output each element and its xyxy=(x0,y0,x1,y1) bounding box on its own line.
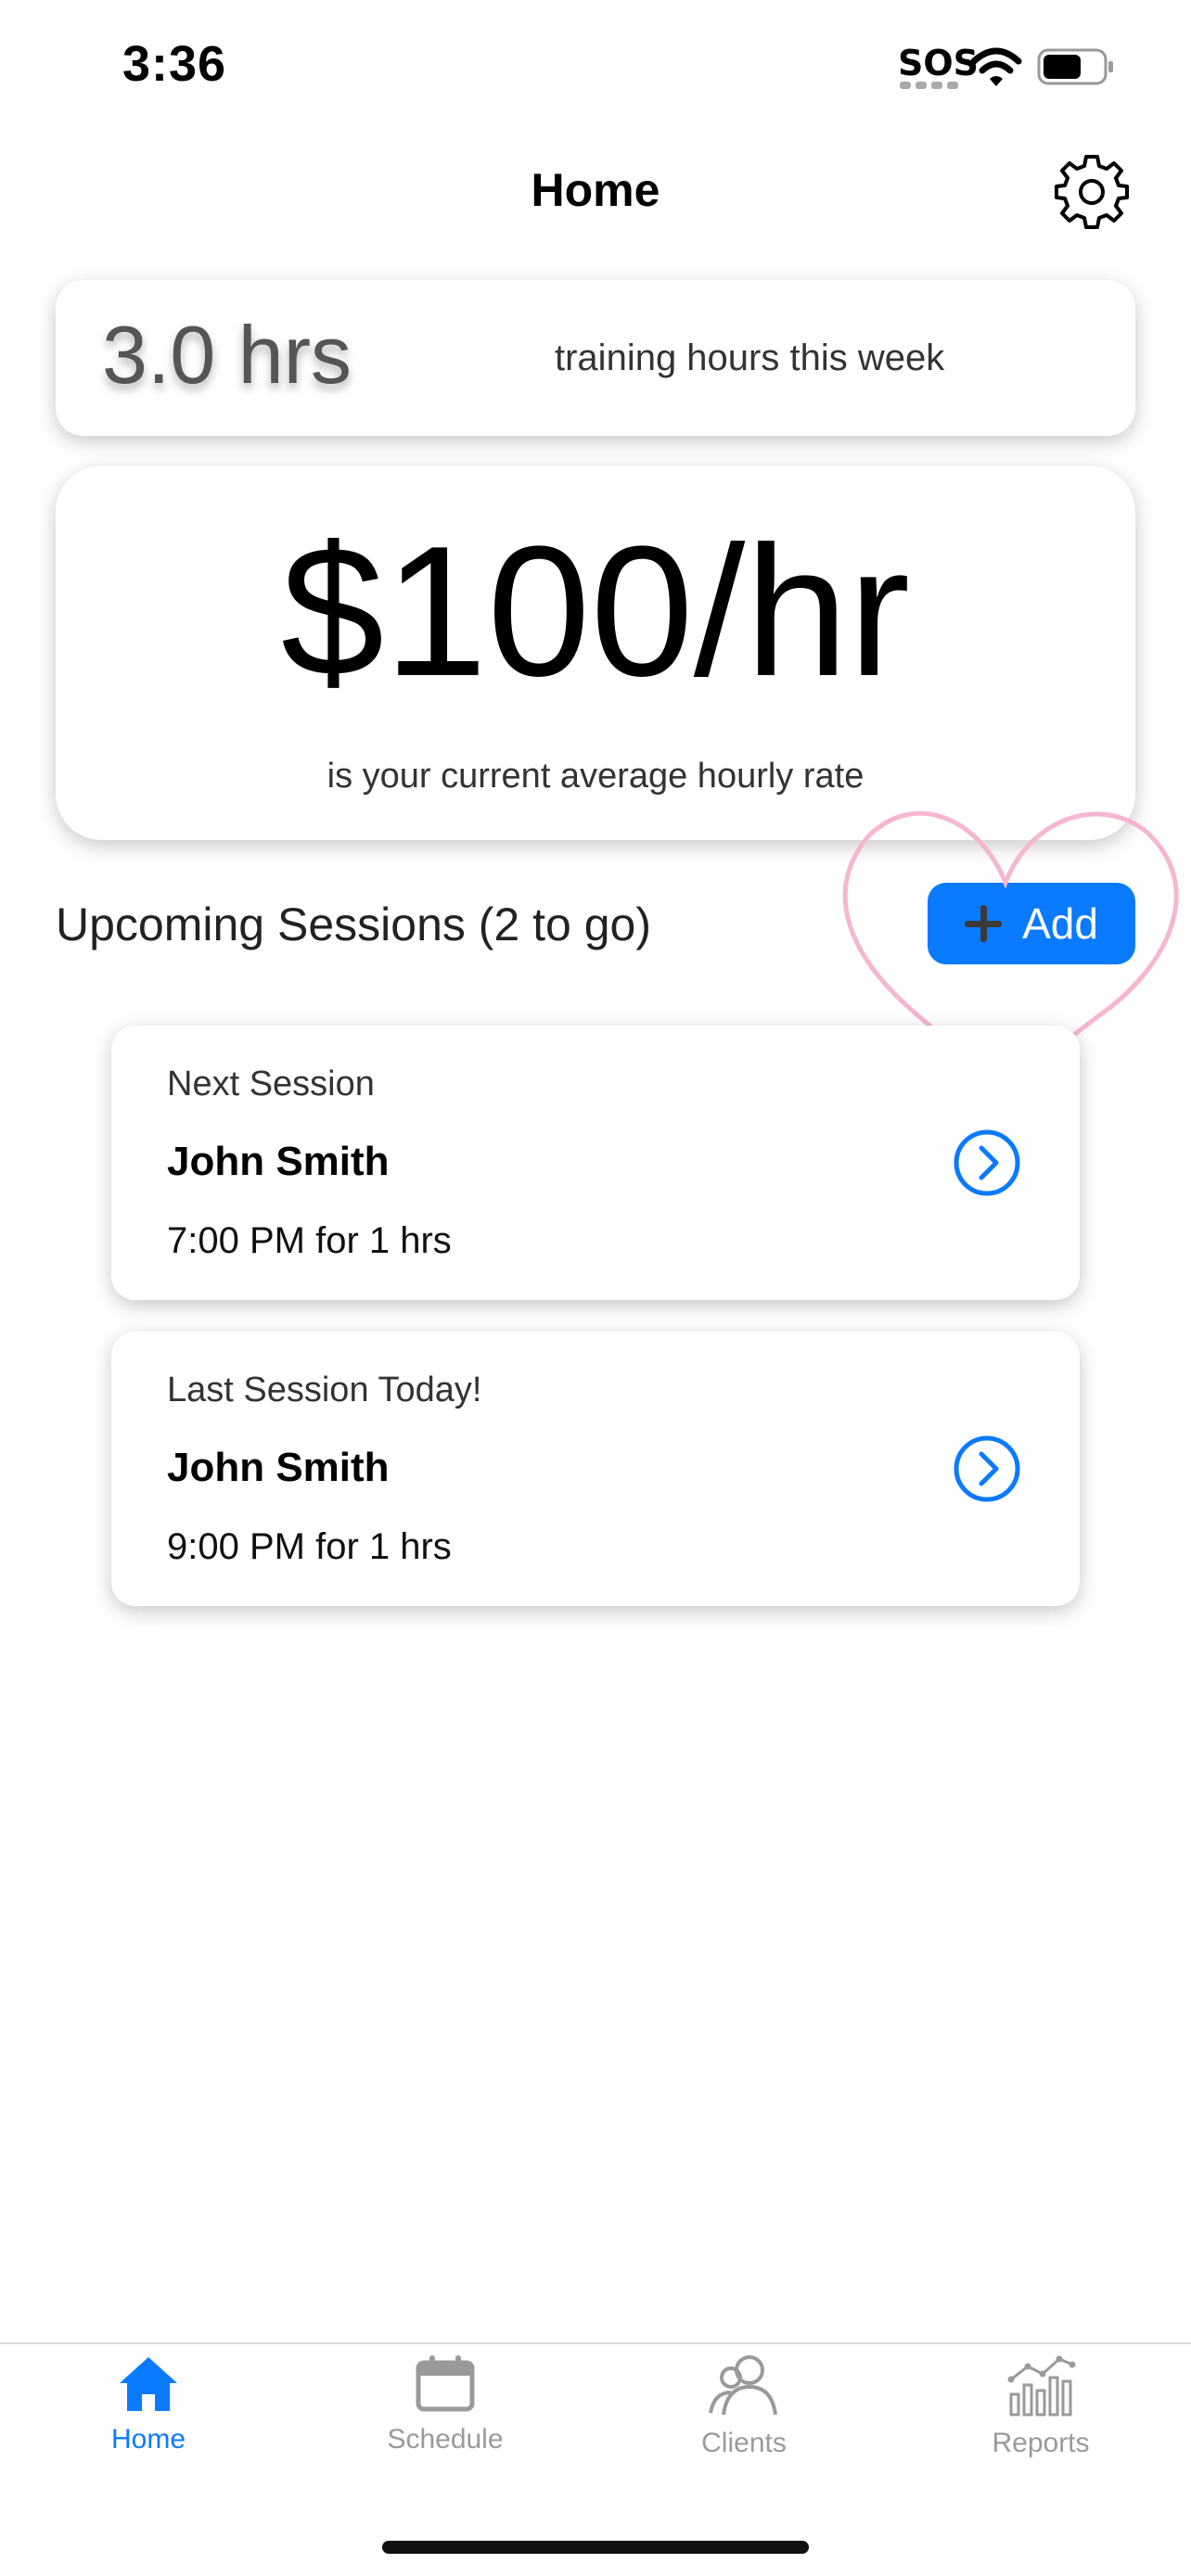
tab-label: Reports xyxy=(992,2428,1090,2458)
tab-clients[interactable]: Clients xyxy=(651,2353,837,2459)
upcoming-sessions-title: Upcoming Sessions (2 to go) xyxy=(56,899,651,950)
battery-icon xyxy=(1037,48,1113,85)
wifi-icon xyxy=(970,47,1022,86)
weekly-hours-label: training hours this week xyxy=(555,338,945,378)
hourly-rate-label: is your current average hourly rate xyxy=(327,757,864,796)
page-title: Home xyxy=(531,164,660,216)
gear-icon[interactable] xyxy=(1052,152,1132,232)
tab-label: Home xyxy=(110,2424,186,2455)
tab-label: Clients xyxy=(701,2428,787,2458)
session-time: 7:00 PM for 1 hrs xyxy=(167,1220,452,1261)
tab-schedule[interactable]: Schedule xyxy=(352,2353,538,2455)
session-client-name: John Smith xyxy=(167,1445,390,1490)
tab-reports[interactable]: Reports xyxy=(948,2353,1133,2459)
session-label: Next Session xyxy=(167,1065,375,1103)
reports-icon xyxy=(1007,2355,1076,2417)
session-client-name: John Smith xyxy=(167,1139,390,1184)
home-indicator[interactable] xyxy=(382,2541,809,2554)
status-time: 3:36 xyxy=(122,36,227,92)
signal-dots-icon xyxy=(900,82,958,89)
chevron-right-icon[interactable] xyxy=(952,1434,1022,1504)
clients-icon xyxy=(709,2355,777,2416)
home-icon xyxy=(120,2357,177,2411)
weekly-hours-value: 3.0 hrs xyxy=(102,309,352,401)
tab-label: Schedule xyxy=(387,2424,504,2455)
tab-home[interactable]: Home xyxy=(56,2353,241,2455)
session-time: 9:00 PM for 1 hrs xyxy=(167,1526,452,1567)
sos-indicator: SOS xyxy=(898,43,980,83)
hourly-rate-value: $100/hr xyxy=(280,508,911,715)
session-label: Last Session Today! xyxy=(167,1371,482,1409)
calendar-icon xyxy=(416,2355,475,2412)
chevron-right-icon[interactable] xyxy=(952,1128,1022,1198)
tab-bar-divider xyxy=(0,2342,1191,2344)
